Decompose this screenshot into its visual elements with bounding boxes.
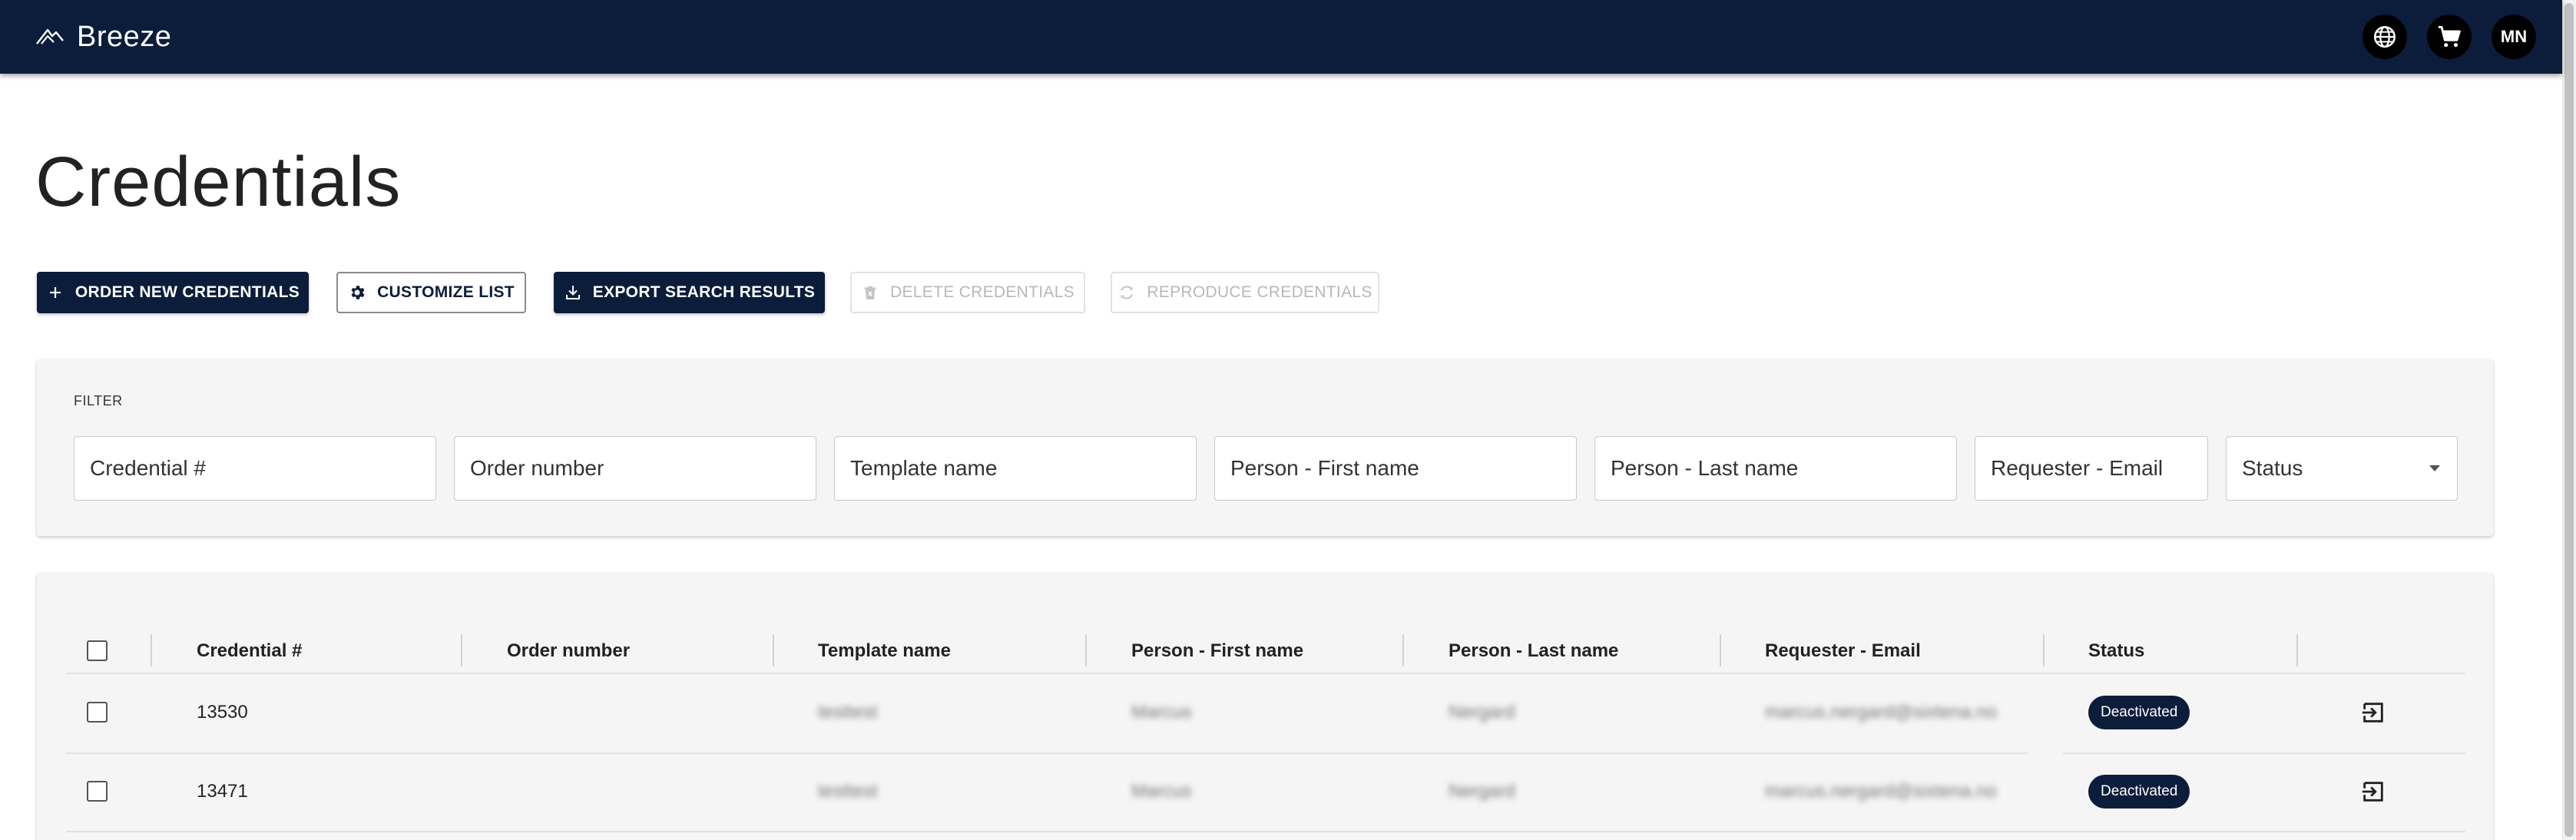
column-header-order-number[interactable]: Order number: [507, 636, 630, 666]
cell-credential: 13471: [197, 781, 248, 802]
template-name-filter[interactable]: [834, 436, 1197, 501]
template-name-input[interactable]: [850, 456, 1180, 481]
column-divider: [2296, 634, 2298, 666]
app-name: Breeze: [77, 20, 172, 53]
cell-last-name: Nergard: [1449, 781, 1515, 802]
open-credential-button[interactable]: [2360, 699, 2386, 726]
last-name-input[interactable]: [1611, 456, 1941, 481]
cell-template-name: testtest: [818, 702, 878, 723]
column-divider: [1085, 634, 1087, 666]
row-divider: [2063, 752, 2465, 754]
customize-list-button[interactable]: CUSTOMIZE LIST: [336, 272, 526, 313]
open-credential-button[interactable]: [2360, 779, 2386, 805]
order-new-credentials-button[interactable]: ORDER NEW CREDENTIALS: [37, 272, 309, 313]
chevron-down-icon: [2429, 465, 2440, 471]
row-divider: [768, 752, 2028, 754]
first-name-input[interactable]: [1230, 456, 1561, 481]
delete-credentials-label: DELETE CREDENTIALS: [890, 283, 1074, 301]
export-search-results-button[interactable]: EXPORT SEARCH RESULTS: [554, 272, 825, 313]
scrollbar-thumb[interactable]: [2564, 3, 2574, 837]
column-header-credential[interactable]: Credential #: [197, 636, 302, 666]
column-header-requester-email[interactable]: Requester - Email: [1765, 636, 1921, 666]
status-select-label: Status: [2242, 456, 2303, 480]
last-name-filter[interactable]: [1594, 436, 1957, 501]
status-badge: Deactivated: [2088, 775, 2190, 809]
requester-email-input[interactable]: [1991, 456, 2192, 481]
cell-requester-email: marcus.nergard@sixtena.no: [1765, 781, 1997, 802]
globe-icon: [2373, 25, 2396, 48]
column-divider: [773, 634, 774, 666]
column-divider: [1720, 634, 1721, 666]
filter-panel: FILTER Status: [37, 359, 2493, 536]
row-checkbox[interactable]: [87, 702, 108, 723]
export-search-results-label: EXPORT SEARCH RESULTS: [592, 283, 816, 301]
user-avatar[interactable]: MN: [2492, 15, 2536, 59]
credential-number-filter[interactable]: [74, 436, 436, 501]
column-divider: [2043, 634, 2045, 666]
cell-first-name: Marcus: [1131, 702, 1192, 723]
cart-icon: [2438, 25, 2461, 48]
avatar-initials: MN: [2500, 27, 2528, 46]
requester-email-filter[interactable]: [1975, 436, 2208, 501]
credential-number-input[interactable]: [90, 456, 420, 481]
trash-icon: [864, 286, 876, 299]
top-app-bar: Breeze MN: [0, 0, 2562, 74]
first-name-filter[interactable]: [1214, 436, 1577, 501]
column-divider: [1402, 634, 1404, 666]
status-select[interactable]: Status: [2226, 436, 2458, 501]
refresh-icon: [1121, 286, 1134, 299]
column-header-last-name[interactable]: Person - Last name: [1449, 636, 1618, 666]
row-divider: [66, 831, 2465, 832]
order-new-credentials-label: ORDER NEW CREDENTIALS: [74, 283, 300, 301]
cell-template-name: testtest: [818, 781, 878, 802]
reproduce-credentials-button[interactable]: REPRODUCE CREDENTIALS: [1111, 272, 1379, 313]
column-header-first-name[interactable]: Person - First name: [1131, 636, 1303, 666]
reproduce-credentials-label: REPRODUCE CREDENTIALS: [1147, 283, 1372, 301]
cell-first-name: Marcus: [1131, 781, 1192, 802]
cart-button[interactable]: [2427, 15, 2472, 59]
cell-credential: 13530: [197, 702, 248, 723]
column-divider: [461, 634, 462, 666]
login-icon: [2362, 703, 2383, 723]
vertical-scrollbar[interactable]: [2562, 0, 2576, 840]
brand[interactable]: Breeze: [35, 0, 171, 74]
delete-credentials-button[interactable]: DELETE CREDENTIALS: [850, 272, 1085, 313]
gear-icon: [351, 286, 365, 299]
page-title: Credentials: [35, 143, 402, 221]
cell-requester-email: marcus.nergard@sixtena.no: [1765, 702, 1997, 723]
breeze-logo-icon: [36, 28, 64, 45]
order-number-input[interactable]: [470, 456, 800, 481]
column-header-template-name[interactable]: Template name: [818, 636, 951, 666]
row-checkbox[interactable]: [87, 781, 108, 802]
plus-icon: [49, 287, 61, 298]
status-badge: Deactivated: [2088, 696, 2190, 729]
download-icon: [565, 286, 580, 299]
filter-label: FILTER: [74, 393, 123, 408]
login-icon: [2362, 782, 2383, 802]
cell-last-name: Nergard: [1449, 702, 1515, 723]
select-all-checkbox[interactable]: [87, 640, 108, 661]
customize-list-label: CUSTOMIZE LIST: [377, 283, 515, 301]
column-divider: [151, 634, 152, 666]
row-divider: [66, 752, 768, 754]
column-header-status[interactable]: Status: [2088, 636, 2144, 666]
language-button[interactable]: [2362, 15, 2407, 59]
row-divider: [66, 673, 2465, 674]
order-number-filter[interactable]: [454, 436, 816, 501]
